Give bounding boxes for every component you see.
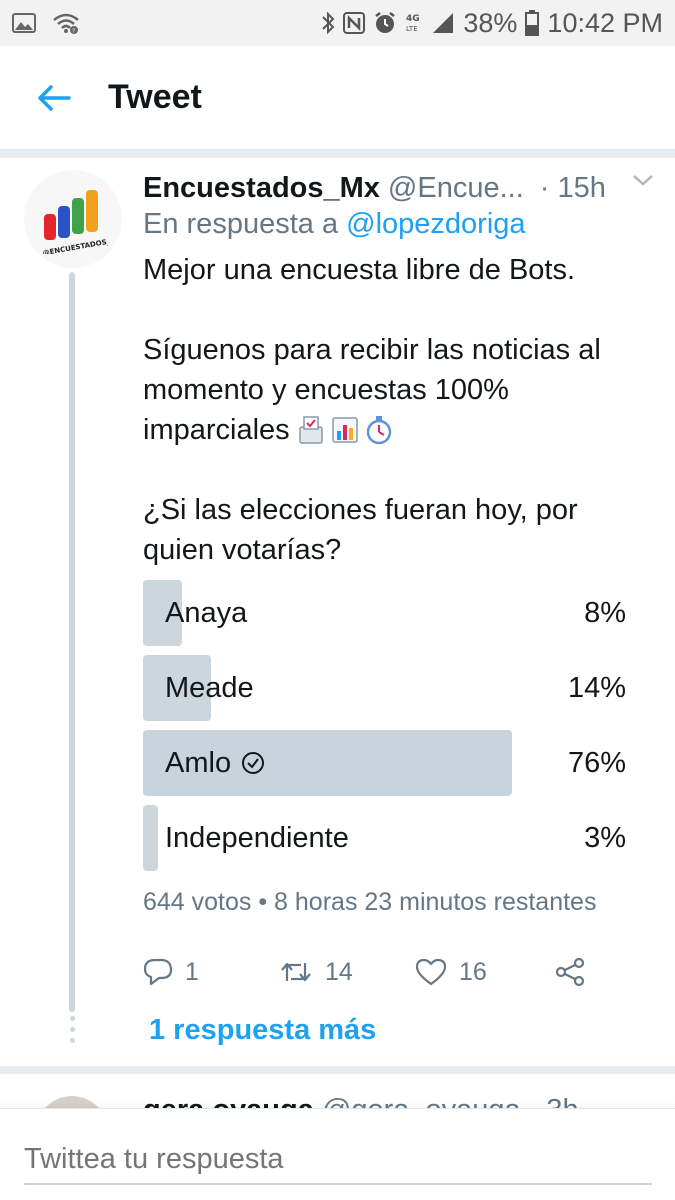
retweet-icon — [281, 962, 311, 982]
poll-option-label: Independiente — [165, 821, 349, 854]
ballot-box-emoji — [298, 415, 324, 445]
poll-option-percent: 76% — [567, 746, 626, 779]
svg-text:LTE: LTE — [406, 25, 418, 33]
heart-icon — [415, 958, 447, 986]
poll-option-label: Anaya — [165, 596, 248, 629]
poll-option-percent: 8% — [584, 596, 626, 629]
tweet-header: Encuestados_Mx @Encue... · 15h — [143, 166, 655, 210]
bar-chart-logo-icon: @ENCUESTADOS_MX — [42, 190, 108, 254]
poll-option-meade: Meade 14% — [143, 655, 628, 721]
signal-icon — [431, 12, 455, 34]
poll-option-anaya: Anaya 8% — [143, 580, 628, 646]
poll-option-amlo: Amlo 76% — [143, 730, 628, 796]
chevron-down-icon[interactable] — [631, 170, 655, 195]
reply-count: 1 — [185, 957, 199, 986]
image-icon — [12, 13, 36, 33]
bar-chart-emoji — [331, 415, 358, 445]
thread-line — [69, 272, 75, 1012]
next-tweet[interactable]: gera oyauga @gera_oyauga · 3h — [0, 1074, 675, 1108]
tweet[interactable]: @ENCUESTADOS_MX Encuestados_Mx @Encue...… — [0, 158, 675, 1066]
author-handle[interactable]: @Encue... — [388, 172, 524, 205]
poll-bar — [143, 805, 158, 871]
tweet-paragraph-1: Mejor una encuesta libre de Bots. — [143, 254, 576, 286]
tweet-text: Mejor una encuesta libre de Bots. Síguen… — [143, 250, 643, 610]
stopwatch-emoji — [366, 415, 392, 445]
tweet-paragraph-2: Síguenos para recibir las noticias al mo… — [143, 330, 643, 450]
page-title: Tweet — [108, 78, 202, 116]
separator — [0, 150, 675, 158]
tweet-time: · 15h — [539, 171, 606, 204]
poll-option-label: Amlo — [165, 746, 232, 779]
clock: 10:42 PM — [547, 7, 663, 38]
more-replies-link[interactable]: 1 respuesta más — [149, 1014, 376, 1047]
wifi-icon: ? — [52, 12, 80, 34]
poll-option-independiente: Independiente 3% — [143, 805, 628, 871]
lte-icon: 4G LTE — [405, 11, 423, 35]
avatar[interactable]: @ENCUESTADOS_MX — [24, 170, 122, 268]
author-name[interactable]: Encuestados_Mx — [143, 172, 380, 205]
screen: { "status_bar": { "battery": "38%", "tim… — [0, 0, 675, 1200]
retweet-button[interactable]: 14 — [279, 958, 415, 987]
poll-option-percent: 3% — [584, 821, 626, 854]
tweet-actions: 1 14 16 — [143, 948, 613, 996]
poll-option-label: Meade — [165, 671, 254, 704]
battery-icon — [525, 10, 540, 36]
back-arrow-icon — [38, 84, 71, 111]
poll: Anaya 8% Meade 14% Amlo 76% Independient… — [143, 580, 628, 880]
back-button[interactable] — [0, 46, 108, 150]
reply-composer — [0, 1108, 675, 1200]
share-icon — [555, 957, 585, 987]
reply-input[interactable] — [24, 1135, 652, 1185]
reply-context: En respuesta a @lopezdoriga — [143, 208, 526, 241]
poll-option-label-wrap: Amlo — [165, 730, 265, 796]
nfc-icon — [343, 12, 366, 34]
reply-button[interactable]: 1 — [143, 958, 279, 987]
check-circle-icon — [242, 752, 265, 774]
thread-dots — [68, 1016, 76, 1043]
poll-meta: 644 votos • 8 horas 23 minutos restantes — [143, 888, 597, 916]
battery-percent: 38% — [463, 7, 518, 38]
like-button[interactable]: 16 — [415, 958, 555, 987]
like-count: 16 — [459, 957, 487, 986]
tweet-paragraph-3: ¿Si las elecciones fueran hoy, por quien… — [143, 494, 578, 566]
retweet-count: 14 — [325, 957, 353, 986]
svg-text:?: ? — [72, 28, 75, 34]
reply-prefix: En respuesta a — [143, 208, 339, 240]
status-bar: ? 4G LTE 38% 10:42 PM — [0, 0, 675, 46]
next-tweet-header: gera oyauga @gera_oyauga · 3h — [143, 1094, 579, 1108]
reply-icon — [143, 958, 173, 986]
bluetooth-icon — [321, 11, 335, 35]
app-header: Tweet — [0, 46, 675, 150]
separator — [0, 1066, 675, 1074]
share-button[interactable] — [555, 957, 585, 987]
next-author-name[interactable]: gera oyauga — [143, 1094, 314, 1108]
avatar[interactable] — [36, 1096, 108, 1108]
svg-text:4G: 4G — [406, 14, 420, 24]
alarm-icon — [373, 11, 397, 35]
reply-to-link[interactable]: @lopezdoriga — [346, 208, 525, 240]
poll-option-percent: 14% — [567, 671, 626, 704]
next-author-handle[interactable]: @gera_oyauga · 3h — [322, 1094, 579, 1108]
